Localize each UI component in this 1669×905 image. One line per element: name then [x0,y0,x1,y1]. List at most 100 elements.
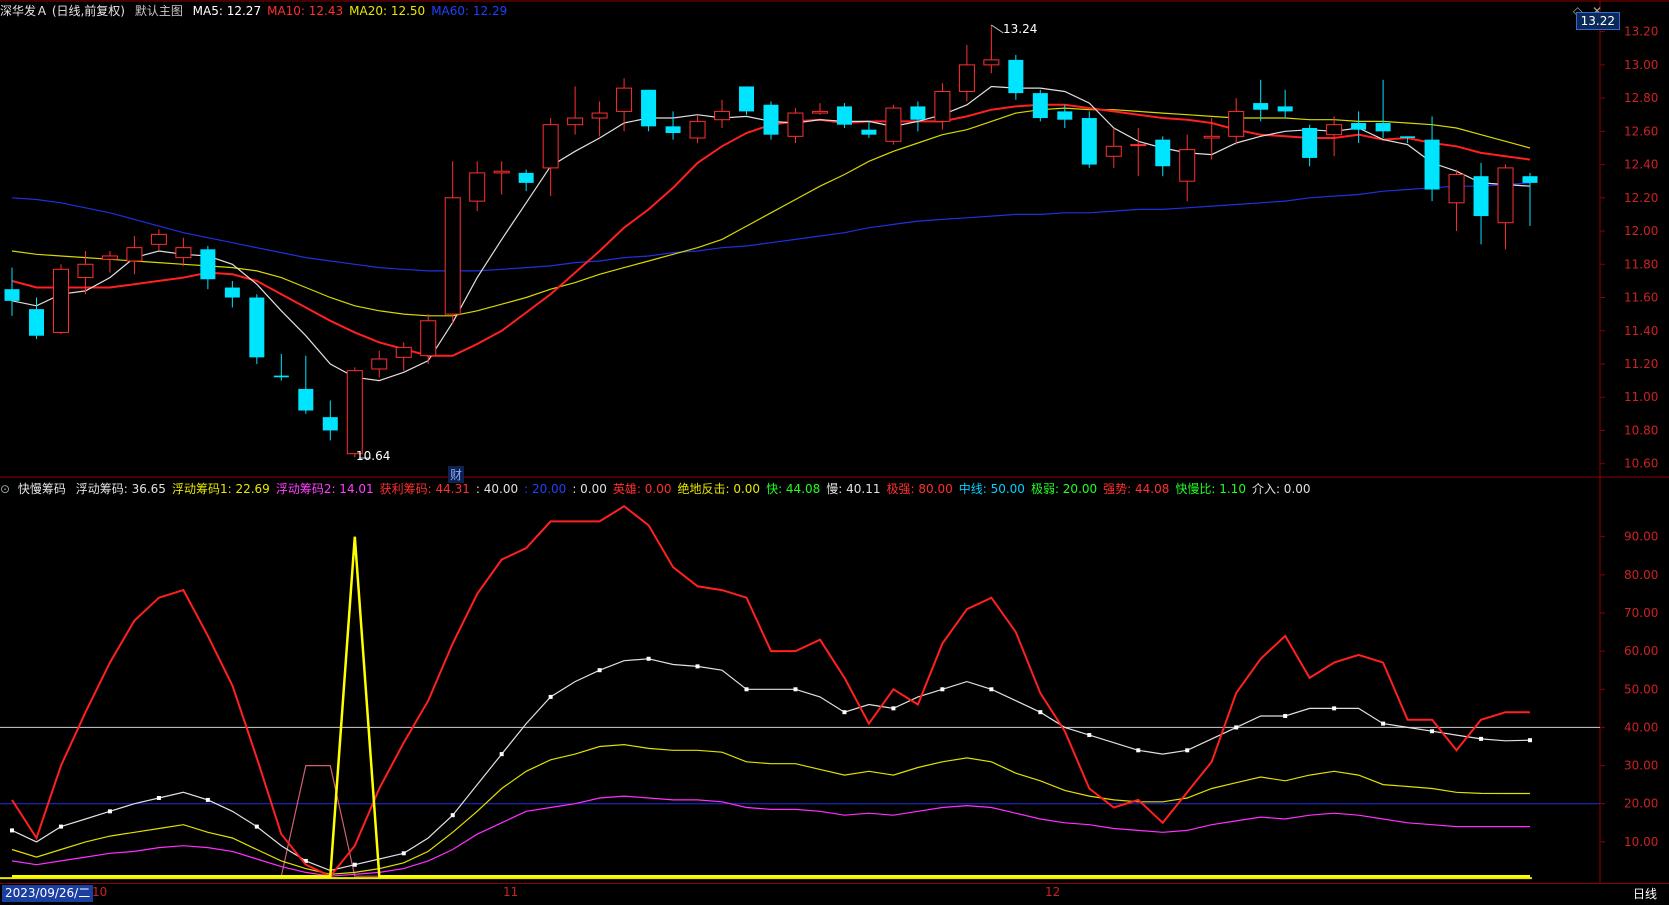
price-axis-label: 11.40 [1624,324,1658,338]
indicator-legend-item-5: : 20.00 [524,482,567,496]
ma-legend-item-3: MA60: 12.29 [431,4,508,18]
indicator-axis-label: 70.00 [1624,606,1658,620]
float-dot [1528,738,1532,743]
profit-line [11,504,1530,878]
candle-body [714,110,731,121]
candle-body [1277,106,1293,112]
candle-body [469,172,486,202]
month-label-oct: 10 [92,885,108,899]
price-axis-label: 11.00 [1624,390,1658,404]
float-dot [646,656,651,661]
candle-body [298,388,314,411]
float-dot [1479,736,1484,741]
float-dot [1038,710,1043,715]
candle-body [934,90,951,122]
chart-canvas[interactable]: 13.20 13.00 12.80 12.60 12.40 12.20 12.00 11.80… [0,0,1669,904]
period-selector[interactable]: 日线 [1633,885,1657,902]
candle-body [811,110,828,114]
candle-body [665,126,681,133]
candle-body [1203,135,1220,139]
float-dot [1283,713,1288,718]
cursor-date: 2023/09/26/二 [2,885,94,902]
indicator-legend: 浮动筹码: 36.65 浮动筹码1: 22.69 浮动筹码2: 14.01 获利筹码:… [76,482,1317,496]
candle-body [1400,136,1416,138]
candle-body [958,64,975,92]
ma60-line [11,182,1531,272]
candle-body [249,297,265,358]
indicator-axis-label: 60.00 [1624,644,1658,658]
candle-body [77,263,94,279]
indicator-axis-label: 50.00 [1624,682,1658,696]
candle-body [591,112,608,119]
candle-body [739,86,755,112]
price-axis-label: 10.60 [1624,457,1658,471]
candle-body [175,247,192,259]
symbol-title[interactable]: 深华发Ａ (日线,前复权) [0,4,125,18]
indicator-axis-label: 40.00 [1624,720,1658,734]
float-dot [1087,733,1092,738]
indicator-axis-label: 90.00 [1624,530,1658,544]
float-dot [744,687,749,692]
float2-line [11,795,1530,877]
candle-body [542,124,559,169]
indicator-header: ⊙ 快慢筹码 浮动筹码: 36.65 浮动筹码1: 22.69 浮动筹码2: 14.… [0,480,1323,498]
float-dot [940,687,945,692]
float-dot [891,706,896,711]
float-dot [1185,748,1190,753]
float-dot [352,862,357,867]
candle-body [910,106,926,120]
last-price-tag: 13.22 [1575,12,1620,30]
collapse-icon[interactable]: ⊙ [0,482,10,496]
month-label-dec: 12 [1045,885,1061,899]
indicator-legend-item-3: 获利筹码: 44.31 [379,482,470,496]
ma-legend-item-2: MA20: 12.50 [349,4,426,18]
indicator-legend-item-16: 介入: 0.00 [1251,482,1311,496]
month-label-nov: 11 [503,885,519,899]
price-axis-label: 12.60 [1624,124,1658,138]
high-price-label: 13.24 [1003,22,1038,36]
candle-body [1155,139,1171,167]
price-axis-label: 12.20 [1624,191,1658,205]
candle-body [1081,118,1097,165]
candle-body [616,87,633,112]
main-chart-header: 深华发Ａ (日线,前复权) 默认主图 MA5: 12.27 MA10: 12.43… [0,2,519,20]
indicator-legend-item-6: : 0.00 [572,482,607,496]
indicator-legend-item-14: 强势: 44.08 [1103,482,1170,496]
float-dot [1430,729,1435,734]
float-dot [499,752,504,757]
candle-body [1130,144,1147,147]
price-axis-label: 11.60 [1624,291,1658,305]
float-dot [1136,748,1141,753]
candle-body [1424,139,1440,190]
float-dot [1234,725,1239,730]
candle-body [273,375,289,378]
candle-body [420,320,437,357]
indicator-legend-item-11: 极强: 80.00 [886,482,953,496]
float-dot [10,828,14,833]
indicator-legend-item-13: 极弱: 20.00 [1030,482,1098,496]
candle-body [4,289,20,301]
candle-body [1497,167,1514,224]
float-dot [107,809,112,814]
price-axis-label: 11.20 [1624,357,1658,371]
candle-body [787,112,804,137]
indicator-legend-item-10: 慢: 40.11 [826,482,881,496]
indicator-name[interactable]: 快慢筹码 [18,482,66,496]
indicator-legend-item-9: 快: 44.08 [766,482,821,496]
candle-body [1179,149,1196,182]
view-name[interactable]: 默认主图 [135,4,183,18]
low-price-label: 10.64 [356,449,391,463]
candle-body [444,197,461,315]
indicator-legend-item-2: 浮动筹码2: 14.01 [275,482,374,496]
candle-body [983,59,1000,66]
high-marker [991,24,1004,34]
indicator-axis-label: 10.00 [1624,835,1658,849]
candle-body [861,129,877,135]
ma-legend-item-0: MA5: 12.27 [192,4,262,18]
candle-body [567,117,584,126]
time-axis [0,883,1669,905]
candle-body [101,255,118,260]
float-dot [793,687,798,692]
indicator-legend-item-7: 英雄: 0.00 [612,482,672,496]
candle-body [1375,123,1391,132]
